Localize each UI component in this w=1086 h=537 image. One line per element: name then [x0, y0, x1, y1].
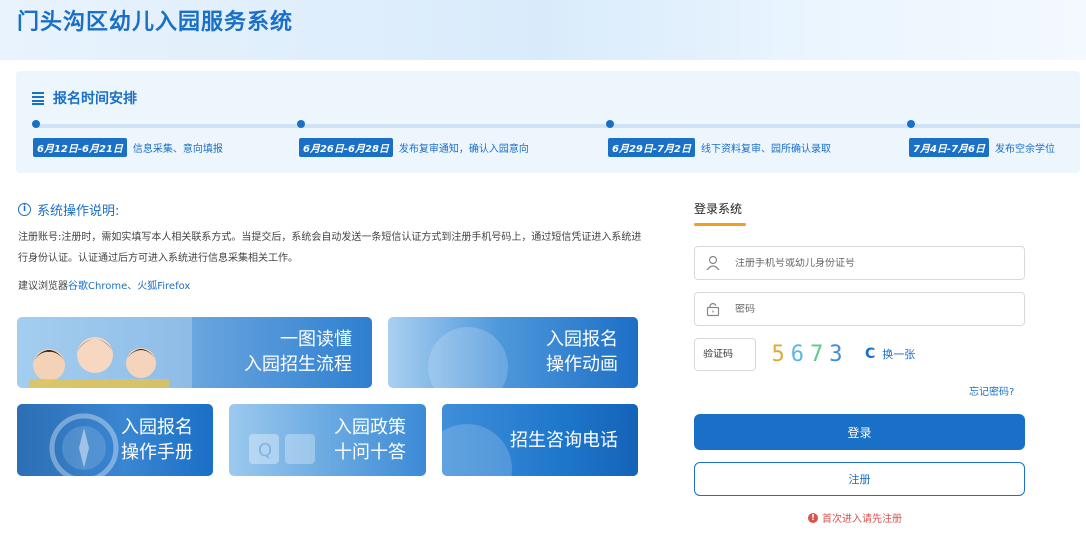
first-visit-tip: ! 首次进入请先注册 [808, 510, 902, 525]
tile-label: 招生咨询电话 [510, 430, 618, 451]
login-button[interactable]: 登录 [694, 414, 1025, 450]
schedule-title: 报名时间安排 [53, 91, 137, 107]
timeline-item: 6月12日-6月21日 信息采集、意向填报 [33, 138, 223, 157]
captcha-digit: 3 [829, 341, 843, 367]
account-input[interactable] [735, 257, 1005, 269]
timeline-item: 6月26日-6月28日 发布复审通知，确认入园意向 [299, 138, 529, 157]
timeline-item: 7月4日-7月6日 发布空余学位 [909, 138, 1055, 157]
info-icon: i [18, 203, 31, 216]
refresh-label: 换一张 [882, 348, 916, 361]
tile-label: 入园招生流程 [244, 354, 352, 375]
first-tip-text: 首次进入请先注册 [822, 514, 902, 525]
browser-recommendation: 建议浏览器谷歌Chrome、火狐Firefox [18, 277, 190, 292]
tile-enrollment-animation[interactable]: 入园报名 操作动画 [388, 317, 638, 388]
tile-policy-faq[interactable]: Q 入园政策 十问十答 [229, 404, 426, 476]
tab-active-indicator [694, 223, 746, 226]
tile-label: 入园报名 [546, 329, 618, 350]
captcha-digit: 7 [810, 341, 824, 367]
decoration [428, 327, 508, 388]
refresh-icon: C [865, 346, 876, 362]
step-text: 发布空余学位 [994, 144, 1055, 155]
register-button[interactable]: 注册 [694, 462, 1025, 496]
step-text: 信息采集、意向填报 [132, 144, 223, 155]
captcha-digit: 6 [790, 341, 804, 367]
timeline-dot [32, 120, 40, 128]
timeline-dot [606, 120, 614, 128]
captcha-digit: 5 [771, 341, 785, 367]
tile-label: 操作动画 [546, 354, 618, 375]
decoration [442, 424, 512, 476]
tile-label: 一图读懂 [280, 329, 352, 350]
password-field-wrapper [694, 292, 1025, 326]
tile-label: 入园报名 [121, 417, 193, 438]
compass-icon [49, 413, 119, 476]
step-text: 线下资料复审、园所确认录取 [700, 144, 831, 155]
tab-login[interactable]: 登录系统 [694, 200, 742, 217]
lock-icon [706, 302, 720, 317]
top-banner: 门头沟区幼儿入园服务系统 [0, 0, 1086, 60]
schedule-header: 报名时间安排 [32, 88, 137, 108]
step-text: 发布复审通知，确认入园意向 [398, 144, 529, 155]
page-title: 门头沟区幼儿入园服务系统 [17, 10, 294, 35]
tile-label: 操作手册 [121, 442, 193, 463]
password-input[interactable] [735, 303, 1005, 315]
svg-text:Q: Q [258, 440, 272, 461]
date-badge: 6月12日-6月21日 [33, 138, 127, 157]
browser-prefix: 建议浏览器 [18, 281, 68, 292]
captcha-field-wrapper [694, 338, 756, 371]
timeline-dot [297, 120, 305, 128]
account-field-wrapper [694, 246, 1025, 280]
notice-header: i 系统操作说明: [18, 200, 119, 219]
tile-enrollment-flow[interactable]: 一图读懂 入园招生流程 [17, 317, 372, 388]
notice-text: 注册账号:注册时，需如实填写本人相关联系方式。当提交后，系统会自动发送一条短信认… [18, 232, 642, 264]
alert-icon: ! [808, 512, 818, 523]
tile-label: 入园政策 [334, 417, 406, 438]
schedule-panel: 报名时间安排 6月12日-6月21日 信息采集、意向填报 6月26日-6月28日… [16, 71, 1080, 173]
notice-title: 系统操作说明: [37, 204, 120, 219]
refresh-captcha-button[interactable]: C 换一张 [865, 346, 915, 362]
date-badge: 6月29日-7月2日 [608, 138, 695, 157]
timeline-item: 6月29日-7月2日 线下资料复审、园所确认录取 [608, 138, 831, 157]
timeline-line [36, 124, 1080, 128]
forgot-password-link[interactable]: 忘记密码? [969, 383, 1014, 398]
children-photo-icon [17, 317, 192, 388]
date-badge: 6月26日-6月28日 [299, 138, 393, 157]
tile-label: 十问十答 [334, 442, 406, 463]
list-icon [32, 91, 44, 105]
captcha-image[interactable]: 5 6 7 3 [764, 337, 850, 371]
date-badge: 7月4日-7月6日 [909, 138, 989, 157]
timeline-dot [907, 120, 915, 128]
captcha-input[interactable] [703, 349, 751, 360]
tile-operation-manual[interactable]: 入园报名 操作手册 [17, 404, 213, 476]
tile-consult-phone[interactable]: 招生咨询电话 [442, 404, 638, 476]
user-icon [706, 255, 720, 271]
browser-names: 谷歌Chrome、火狐Firefox [68, 281, 191, 292]
